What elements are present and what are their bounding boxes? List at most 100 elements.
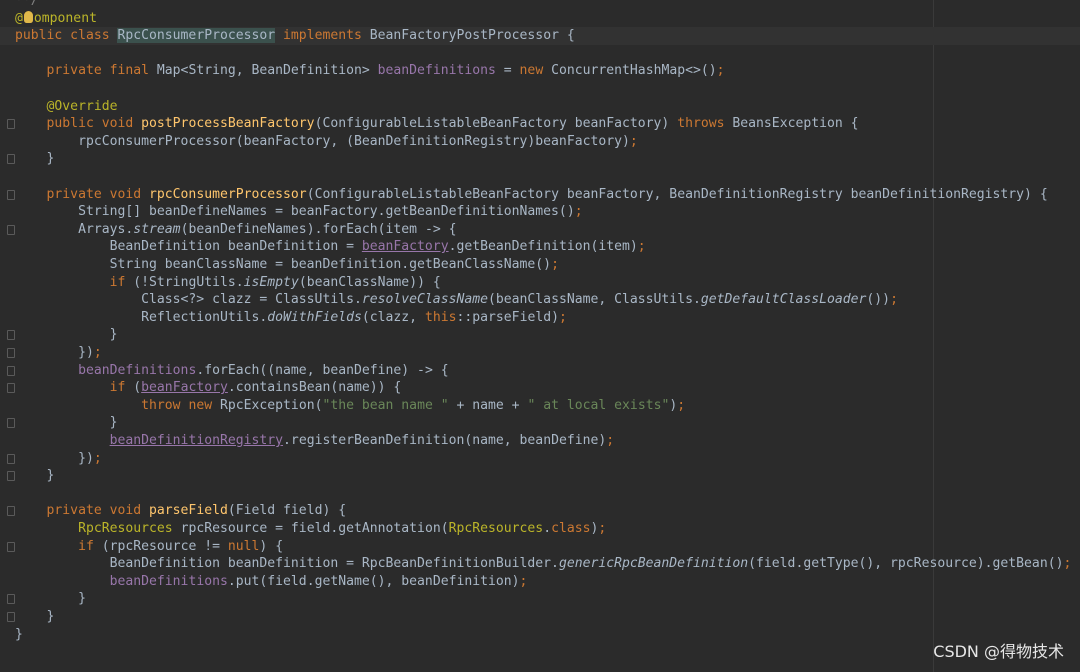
code-token: implements [275, 28, 370, 44]
code-token: beanDefinitionRegistry [109, 433, 284, 448]
code-token: ()) [866, 292, 891, 308]
code-token: postProcessBeanFactory [141, 116, 315, 132]
code-token: public void [15, 116, 142, 132]
fold-marker-icon[interactable] [5, 186, 15, 203]
code-token: String[] beanDefineNames = beanFactory.g… [15, 204, 575, 220]
watermark: CSDN @得物技术 [933, 642, 1064, 661]
fold-marker-icon[interactable] [5, 150, 15, 167]
fold-marker-icon[interactable] [5, 379, 15, 396]
code-token: private void [15, 186, 150, 202]
fold-marker-icon[interactable] [5, 608, 15, 625]
code-token: (beanDefineNames).forEach(item -> { [180, 221, 457, 237]
code-token: beanFactory [141, 380, 228, 396]
code-token: } [15, 327, 118, 343]
code-token: }) [15, 345, 94, 360]
fold-marker-icon[interactable] [5, 538, 15, 555]
code-token: (beanClassName, ClassUtils. [488, 292, 701, 308]
code-text: if (!StringUtils.isEmpty(beanClassName))… [15, 274, 441, 292]
code-token: beanDefinitions [109, 573, 228, 589]
code-token: } [15, 468, 55, 484]
code-token: if [78, 538, 102, 554]
fold-marker-icon[interactable] [5, 414, 15, 431]
code-text: beanDefinitions.put(field.getName(), bea… [15, 573, 528, 591]
code-token: throws [677, 116, 733, 132]
code-token: ; [558, 309, 567, 325]
code-token: isEmpty [243, 274, 299, 290]
code-token: RpcConsumerProcessor [117, 28, 276, 44]
code-text: @ omponent [15, 10, 97, 28]
code-token: public class [15, 28, 118, 44]
code-token: private final [15, 63, 157, 79]
code-token: class [551, 521, 591, 536]
fold-marker-icon[interactable] [5, 467, 15, 484]
code-token: beanDefinitions [377, 63, 496, 79]
code-text: }); [15, 344, 102, 362]
code-token: . [543, 521, 552, 536]
fold-marker-icon[interactable] [5, 326, 15, 343]
code-token: .registerBeanDefinition(name, beanDefine… [283, 433, 607, 448]
code-token: ReflectionUtils. [15, 309, 268, 325]
code-token: = [495, 63, 520, 79]
code-token: } [15, 609, 55, 624]
code-token: ; [93, 345, 102, 360]
fold-marker-icon[interactable] [5, 115, 15, 132]
fold-marker-icon[interactable] [5, 502, 15, 519]
code-token: ; [93, 450, 102, 466]
code-token: this [424, 309, 457, 325]
fold-marker-icon[interactable] [5, 590, 15, 607]
code-token: } [15, 415, 118, 431]
code-text: if (rpcResource != null) { [15, 538, 283, 556]
code-token: ; [519, 573, 528, 589]
code-token: (!StringUtils. [133, 274, 244, 290]
code-token: beanFactory [361, 239, 449, 255]
code-text: BeanDefinition beanDefinition = RpcBeanD… [15, 555, 1072, 573]
code-token: throw new [141, 397, 220, 413]
code-token: .getBeanDefinition(item) [448, 239, 638, 255]
fold-marker-icon[interactable] [5, 362, 15, 379]
code-token: (Field field) { [227, 503, 347, 519]
code-token: rpcConsumerProcessor [149, 186, 307, 202]
code-token: String beanClassName = beanDefinition.ge… [15, 257, 552, 272]
code-token: parseField [149, 503, 228, 519]
code-token: if [109, 380, 134, 396]
code-token: ; [606, 433, 615, 448]
lightbulb-icon[interactable] [23, 10, 33, 23]
code-line[interactable]: public class RpcConsumerProcessor implem… [0, 27, 1080, 45]
code-text: RpcResources rpcResource = field.getAnno… [15, 520, 606, 538]
code-text: rpcConsumerProcessor(beanFactory, (BeanD… [15, 133, 638, 151]
code-token: null [227, 538, 260, 554]
code-token: ; [629, 133, 638, 149]
code-text: String[] beanDefineNames = beanFactory.g… [15, 203, 583, 221]
code-text: } [15, 626, 23, 644]
code-token: doWithFields [267, 309, 362, 325]
code-token: }) [15, 450, 94, 466]
code-token: ; [1063, 556, 1072, 572]
code-text: } [15, 414, 118, 432]
fold-marker-icon[interactable] [5, 344, 15, 361]
fold-marker-icon[interactable] [5, 450, 15, 467]
code-token: ; [890, 292, 898, 308]
code-text: beanDefinitions.forEach((name, beanDefin… [15, 362, 449, 380]
code-token: BeanDefinition beanDefinition = RpcBeanD… [15, 556, 559, 572]
code-token: "the bean name " [322, 397, 449, 413]
code-text: if (beanFactory.containsBean(name)) { [15, 379, 402, 397]
code-editor[interactable]: **/@ omponent public class RpcConsumerProc… [0, 0, 1080, 672]
code-token: .put(field.getName(), beanDefinition) [227, 573, 520, 589]
code-text: Class<?> clazz = ClassUtils.resolveClass… [15, 291, 898, 309]
code-text: } [15, 326, 118, 344]
code-token: ; [637, 239, 646, 255]
code-token: @ [15, 10, 23, 26]
code-token: (ConfigurableListableBeanFactory beanFac… [314, 116, 678, 132]
code-text: } [15, 608, 55, 626]
code-text: String beanClassName = beanDefinition.ge… [15, 256, 559, 274]
fold-marker-icon[interactable] [5, 221, 15, 238]
code-token: .forEach((name, beanDefine) -> { [196, 362, 449, 378]
code-token: stream [133, 221, 181, 237]
code-text: throw new RpcException("the bean name " … [15, 397, 685, 415]
code-token: ; [677, 397, 686, 413]
